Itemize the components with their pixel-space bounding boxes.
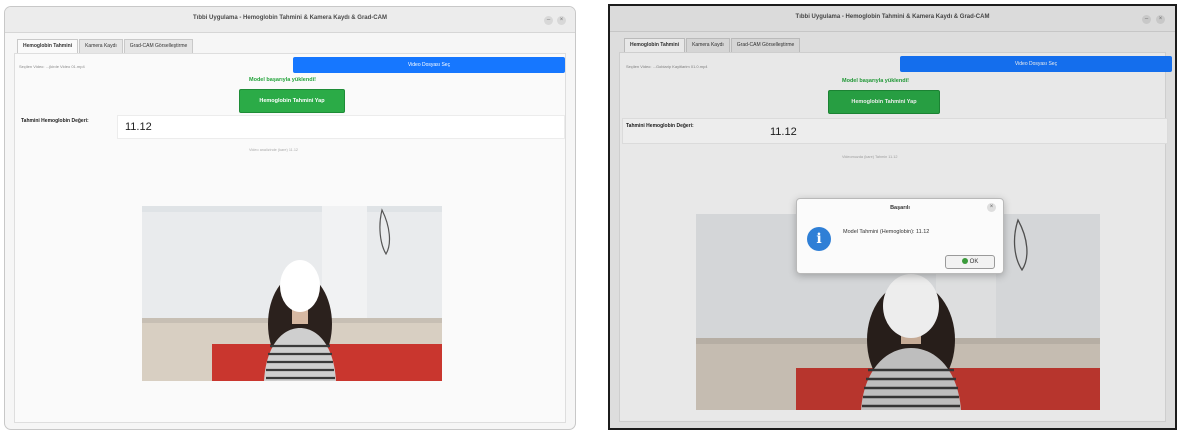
screenshot-before: Tıbbi Uygulama - Hemoglobin Tahmini & Ka…: [4, 6, 576, 430]
tab-hemoglobin[interactable]: Hemoglobin Tahmini: [17, 39, 79, 53]
select-video-button[interactable]: Video Dosyası Seç: [293, 57, 565, 73]
result-field: [117, 115, 565, 139]
ok-button[interactable]: OK: [945, 255, 995, 269]
tab-gradcam[interactable]: Grad-CAM Görselleştirme: [123, 39, 194, 53]
screenshot-after: Tıbbi Uygulama - Hemoglobin Tahmini & Ka…: [608, 4, 1177, 430]
success-dialog: Başarılı × i Model Tahmini (Hemoglobin):…: [796, 198, 1004, 274]
selected-video-path: Seçilen Video: ...(kirde Video 01.mp4: [19, 64, 85, 69]
ok-button-label: OK: [969, 259, 979, 265]
dialog-close-icon[interactable]: ×: [987, 203, 996, 212]
dialog-message: Model Tahmini (Hemoglobin): 11.12: [843, 229, 930, 235]
app-window-dialog: Tıbbi Uygulama - Hemoglobin Tahmini & Ka…: [608, 4, 1177, 430]
window-title: Tıbbi Uygulama - Hemoglobin Tahmini & Ka…: [193, 15, 387, 21]
title-bar: Tıbbi Uygulama - Hemoglobin Tahmini & Ka…: [5, 7, 575, 33]
dialog-title: Başarılı: [890, 205, 910, 211]
close-icon[interactable]: ×: [557, 16, 566, 25]
camera-frame: [142, 206, 442, 381]
predict-button[interactable]: Hemoglobin Tahmini Yap: [239, 89, 345, 113]
minimize-icon[interactable]: –: [544, 16, 553, 25]
info-icon: i: [807, 227, 831, 251]
screenshot-divider: [590, 0, 594, 430]
result-label: Tahmini Hemoglobin Değeri:: [21, 118, 89, 124]
ok-check-icon: [961, 258, 968, 265]
tab-bar: Hemoglobin Tahmini Kamera Kaydı Grad-CAM…: [17, 39, 194, 53]
camera-frame-image: [142, 206, 442, 381]
tab-camera[interactable]: Kamera Kaydı: [79, 39, 123, 53]
result-value: 11.12: [125, 121, 152, 133]
app-window: Tıbbi Uygulama - Hemoglobin Tahmini & Ka…: [4, 6, 576, 430]
analysis-hint: Video analizinde (kare) 11.12: [249, 148, 299, 152]
model-status: Model başarıyla yüklendi!: [249, 77, 316, 83]
